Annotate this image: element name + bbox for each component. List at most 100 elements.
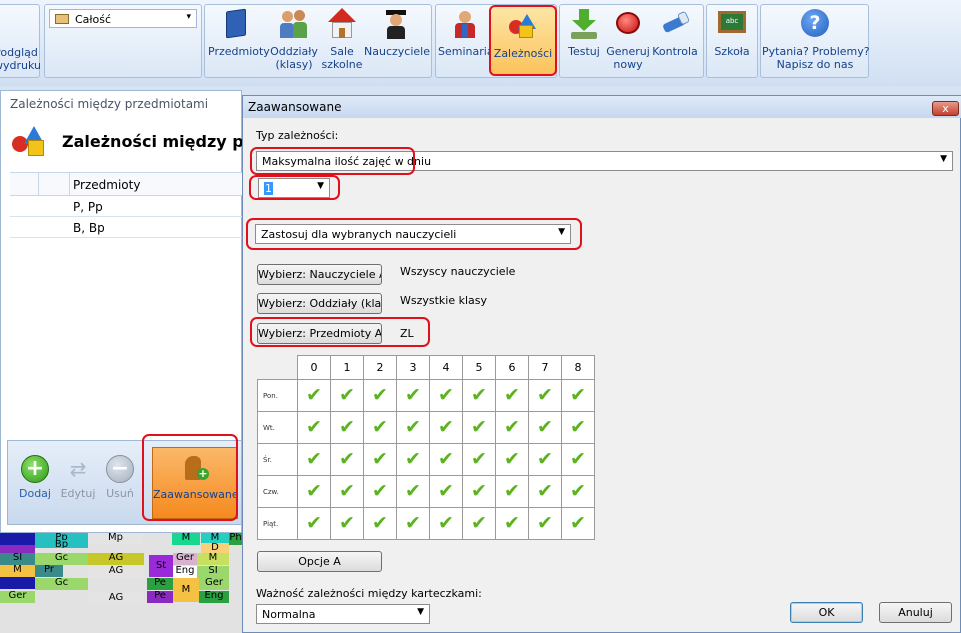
grid-cell[interactable]: ✔ <box>330 379 364 412</box>
period-header[interactable]: 1 <box>330 355 364 380</box>
chevron-down-icon: ▼ <box>940 154 947 164</box>
day-header[interactable]: Czw. <box>257 475 298 508</box>
grid-cell[interactable]: ✔ <box>561 475 595 508</box>
print-preview-button[interactable]: Podgląd wydruku <box>0 46 41 72</box>
check-icon: ✔ <box>372 384 388 406</box>
grid-cell[interactable]: ✔ <box>396 443 430 476</box>
delete-button[interactable]: − Usuń <box>102 455 138 500</box>
pick-classes-button[interactable]: Wybierz: Oddziały (klasy) A <box>257 293 382 314</box>
grid-cell[interactable]: ✔ <box>528 475 562 508</box>
day-header[interactable]: Śr. <box>257 443 298 476</box>
pick-teachers-button[interactable]: Wybierz: Nauczyciele A <box>257 264 382 285</box>
table-row[interactable]: B, Bp <box>10 217 242 238</box>
grid-cell[interactable]: ✔ <box>363 379 397 412</box>
period-header[interactable]: 7 <box>528 355 562 380</box>
cancel-button[interactable]: Anuluj <box>879 602 952 623</box>
period-header[interactable]: 6 <box>495 355 529 380</box>
grid-cell[interactable]: ✔ <box>363 443 397 476</box>
grid-cell[interactable]: ✔ <box>297 411 331 444</box>
grid-cell[interactable]: ✔ <box>429 379 463 412</box>
grid-cell[interactable]: ✔ <box>330 475 364 508</box>
generate-button[interactable]: Generuj nowy <box>604 8 652 71</box>
highlight-type <box>250 147 415 175</box>
grid-cell[interactable]: ✔ <box>528 507 562 540</box>
grid-cell[interactable]: ✔ <box>297 507 331 540</box>
grid-cell[interactable]: ✔ <box>561 443 595 476</box>
check-icon: ✔ <box>306 416 322 438</box>
grid-cell[interactable]: ✔ <box>297 443 331 476</box>
ok-button[interactable]: OK <box>790 602 863 623</box>
options-button[interactable]: Opcje A <box>257 551 382 572</box>
grid-cell[interactable]: ✔ <box>396 475 430 508</box>
importance-select[interactable]: Normalna ▼ <box>256 604 430 624</box>
grid-cell[interactable]: ✔ <box>396 507 430 540</box>
help-button[interactable]: ? Pytania? Problemy? Napisz do nas <box>762 8 870 71</box>
grid-cell[interactable]: ✔ <box>429 507 463 540</box>
help-label: Pytania? Problemy? Napisz do nas <box>762 45 870 71</box>
close-button[interactable]: x <box>932 101 959 116</box>
grid-cell[interactable]: ✔ <box>462 507 496 540</box>
panel-heading: Zależności między prze <box>62 132 272 151</box>
edit-button[interactable]: ⇄ Edytuj <box>58 455 98 500</box>
cell: D <box>201 543 229 553</box>
grid-cell[interactable]: ✔ <box>396 411 430 444</box>
grid-cell[interactable]: ✔ <box>462 443 496 476</box>
rooms-button[interactable]: Sale szkolne <box>320 8 364 71</box>
grid-cell[interactable]: ✔ <box>429 443 463 476</box>
grid-cell[interactable]: ✔ <box>363 475 397 508</box>
day-header[interactable]: Pon. <box>257 379 298 412</box>
period-header[interactable]: 8 <box>561 355 595 380</box>
period-header[interactable]: 4 <box>429 355 463 380</box>
classes-button[interactable]: Oddziały (klasy) <box>268 8 320 71</box>
grid-cell[interactable]: ✔ <box>429 475 463 508</box>
grid-cell[interactable]: ✔ <box>462 379 496 412</box>
subjects-button[interactable]: Przedmioty <box>208 8 270 58</box>
seminars-button[interactable]: Seminaria <box>438 8 494 58</box>
grid-cell[interactable]: ✔ <box>363 507 397 540</box>
grid-cell[interactable]: ✔ <box>561 379 595 412</box>
period-header[interactable]: 3 <box>396 355 430 380</box>
grid-cell[interactable]: ✔ <box>297 379 331 412</box>
grid-cell[interactable]: ✔ <box>462 475 496 508</box>
grid-cell[interactable]: ✔ <box>495 411 529 444</box>
add-button[interactable]: + Dodaj <box>16 455 54 500</box>
check-icon: ✔ <box>537 384 553 406</box>
grid-cell[interactable]: ✔ <box>330 507 364 540</box>
dialog-titlebar[interactable] <box>243 96 961 118</box>
grid-cell[interactable]: ✔ <box>561 411 595 444</box>
grid-cell[interactable]: ✔ <box>330 411 364 444</box>
table-row[interactable]: P, Pp <box>10 196 242 217</box>
grid-cell[interactable]: ✔ <box>528 443 562 476</box>
period-header[interactable]: 5 <box>462 355 496 380</box>
period-header[interactable]: 0 <box>297 355 331 380</box>
test-button[interactable]: Testuj <box>562 8 606 58</box>
grid-cell[interactable]: ✔ <box>495 507 529 540</box>
grid-cell[interactable]: ✔ <box>495 475 529 508</box>
grid-cell[interactable]: ✔ <box>363 411 397 444</box>
cell: Mp <box>88 533 143 545</box>
grid-cell[interactable]: ✔ <box>462 411 496 444</box>
highlight-count <box>249 175 340 200</box>
grid-cell[interactable]: ✔ <box>561 507 595 540</box>
grid-cell[interactable]: ✔ <box>495 443 529 476</box>
grid-cell[interactable]: ✔ <box>297 475 331 508</box>
scope-select[interactable]: Całość ▾ <box>49 9 197 28</box>
day-header[interactable]: Wt. <box>257 411 298 444</box>
cell: Ger <box>199 578 229 590</box>
day-header[interactable]: Piąt. <box>257 507 298 540</box>
plus-icon: + <box>21 455 49 483</box>
grid-cell[interactable]: ✔ <box>495 379 529 412</box>
grid-cell[interactable]: ✔ <box>429 411 463 444</box>
grid-cell[interactable]: ✔ <box>330 443 364 476</box>
grid-cell[interactable]: ✔ <box>528 379 562 412</box>
check-icon: ✔ <box>405 512 421 534</box>
panel-window-title: Zależności między przedmiotami <box>10 97 209 111</box>
check-icon: ✔ <box>339 416 355 438</box>
school-button[interactable]: abc Szkoła <box>708 8 756 58</box>
grid-cell[interactable]: ✔ <box>396 379 430 412</box>
teachers-button[interactable]: Nauczyciele <box>364 8 430 58</box>
dependencies-button[interactable]: Zależności <box>489 5 557 76</box>
period-header[interactable]: 2 <box>363 355 397 380</box>
grid-cell[interactable]: ✔ <box>528 411 562 444</box>
control-button[interactable]: Kontrola <box>652 8 698 58</box>
